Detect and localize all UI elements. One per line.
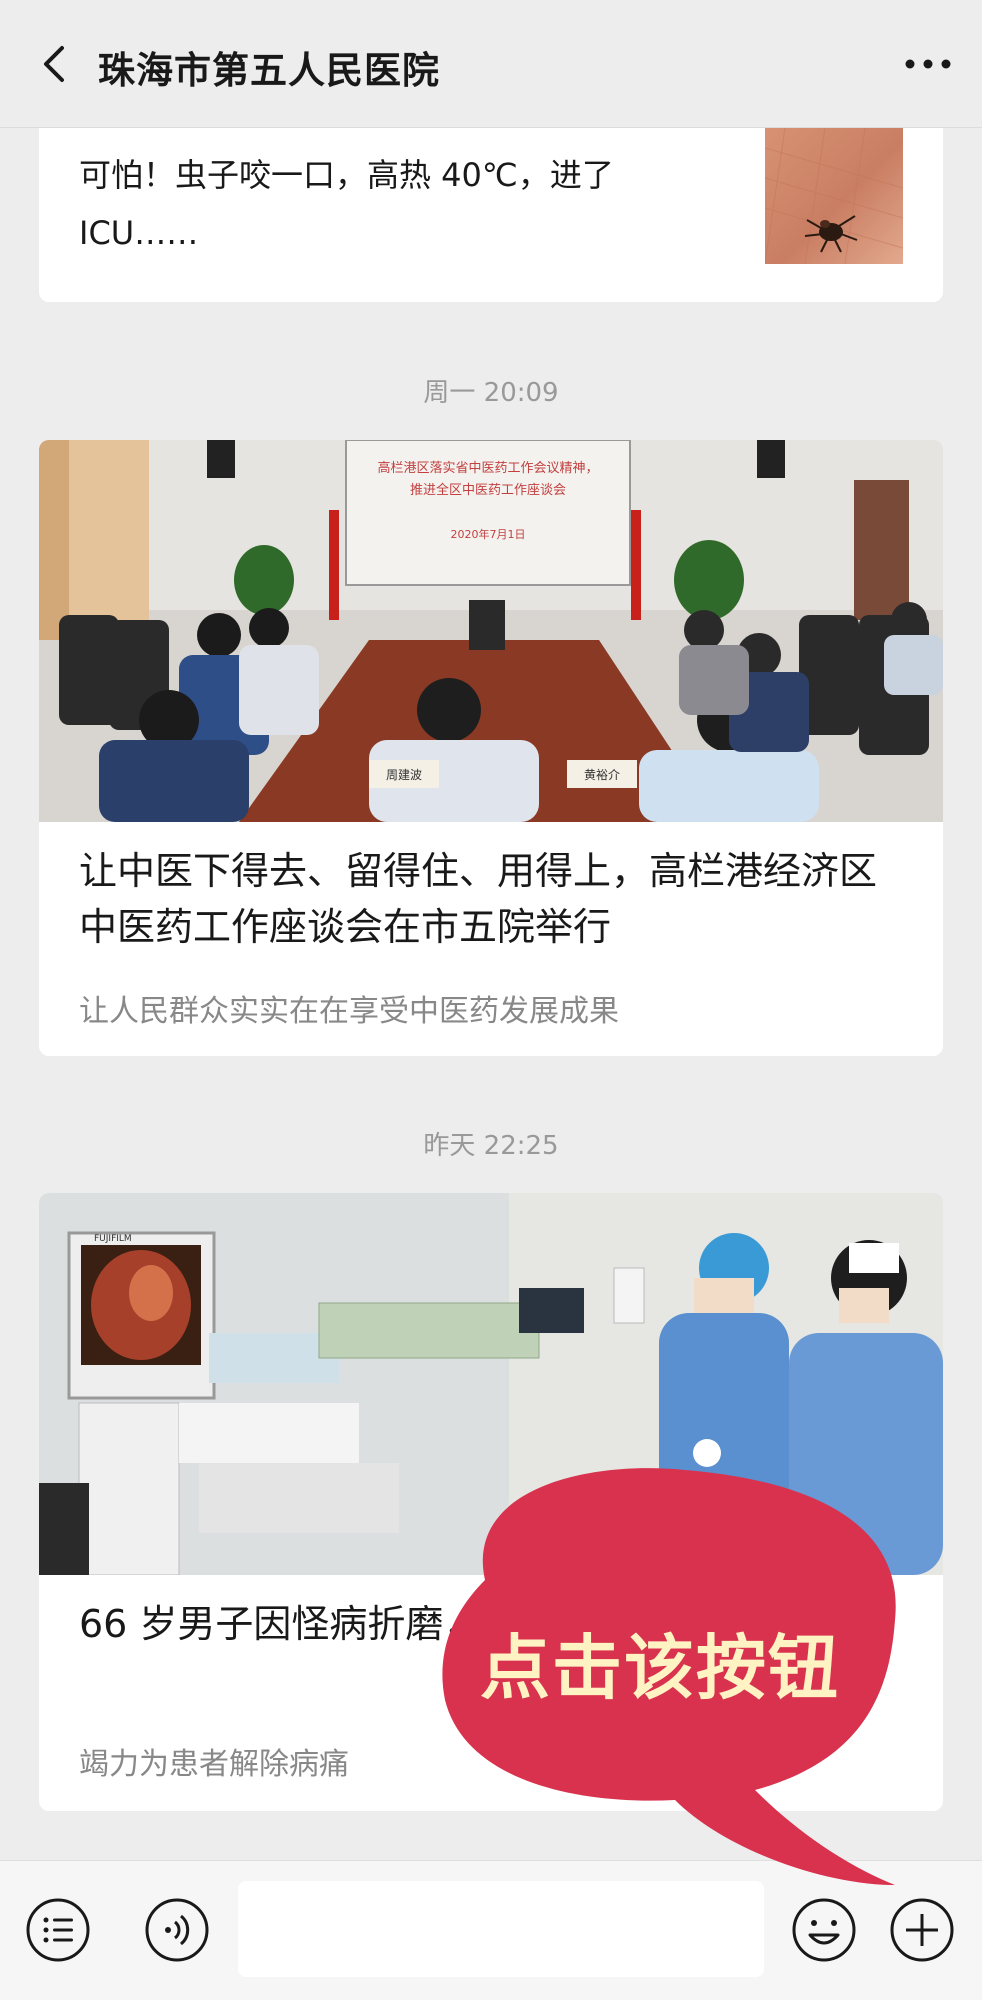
article-subtitle: 让人民群众实实在在享受中医药发展成果 [79, 994, 619, 1029]
slide-text-line1: 高栏港区落实省中医药工作会议精神， [377, 460, 598, 476]
slide-text-line2: 推进全区中医药工作座谈会 [410, 482, 566, 498]
meeting-photo: 高栏港区落实省中医药工作会议精神， 推进全区中医药工作座谈会 2020年7月1日 [39, 440, 943, 822]
list-menu-icon[interactable] [25, 1897, 91, 1963]
tap-hint-text: 点击该按钮 [480, 1627, 840, 1709]
emoji-icon[interactable] [791, 1897, 857, 1963]
message-timestamp: 昨天 22:25 [423, 1131, 559, 1161]
name-card-2: 黄裕介 [584, 767, 620, 782]
article-title: 让中医下得去、留得住、用得上，高栏港经济区中医药工作座谈会在市五院举行 [79, 849, 878, 949]
top-bar: 珠海市第五人民医院 [0, 0, 982, 128]
voice-icon[interactable] [144, 1897, 210, 1963]
article-title: 可怕！虫子咬一口，高热 40℃，进了 ICU…… [79, 156, 614, 252]
device-brand: FUJIFILM [94, 1234, 132, 1244]
page-title: 珠海市第五人民医院 [98, 49, 440, 92]
message-timestamp: 周一 20:09 [423, 378, 559, 408]
name-card-1: 周建波 [386, 768, 422, 782]
plus-icon[interactable] [889, 1897, 955, 1963]
article-card-tick[interactable]: 可怕！虫子咬一口，高热 40℃，进了 ICU…… [39, 128, 943, 302]
article-thumbnail [764, 128, 904, 265]
slide-date: 2020年7月1日 [451, 527, 526, 541]
chevron-left-icon[interactable] [30, 38, 82, 90]
article-card-meeting[interactable]: 高栏港区落实省中医药工作会议精神， 推进全区中医药工作座谈会 2020年7月1日 [39, 440, 943, 1056]
more-horizontal-icon[interactable] [898, 44, 958, 84]
